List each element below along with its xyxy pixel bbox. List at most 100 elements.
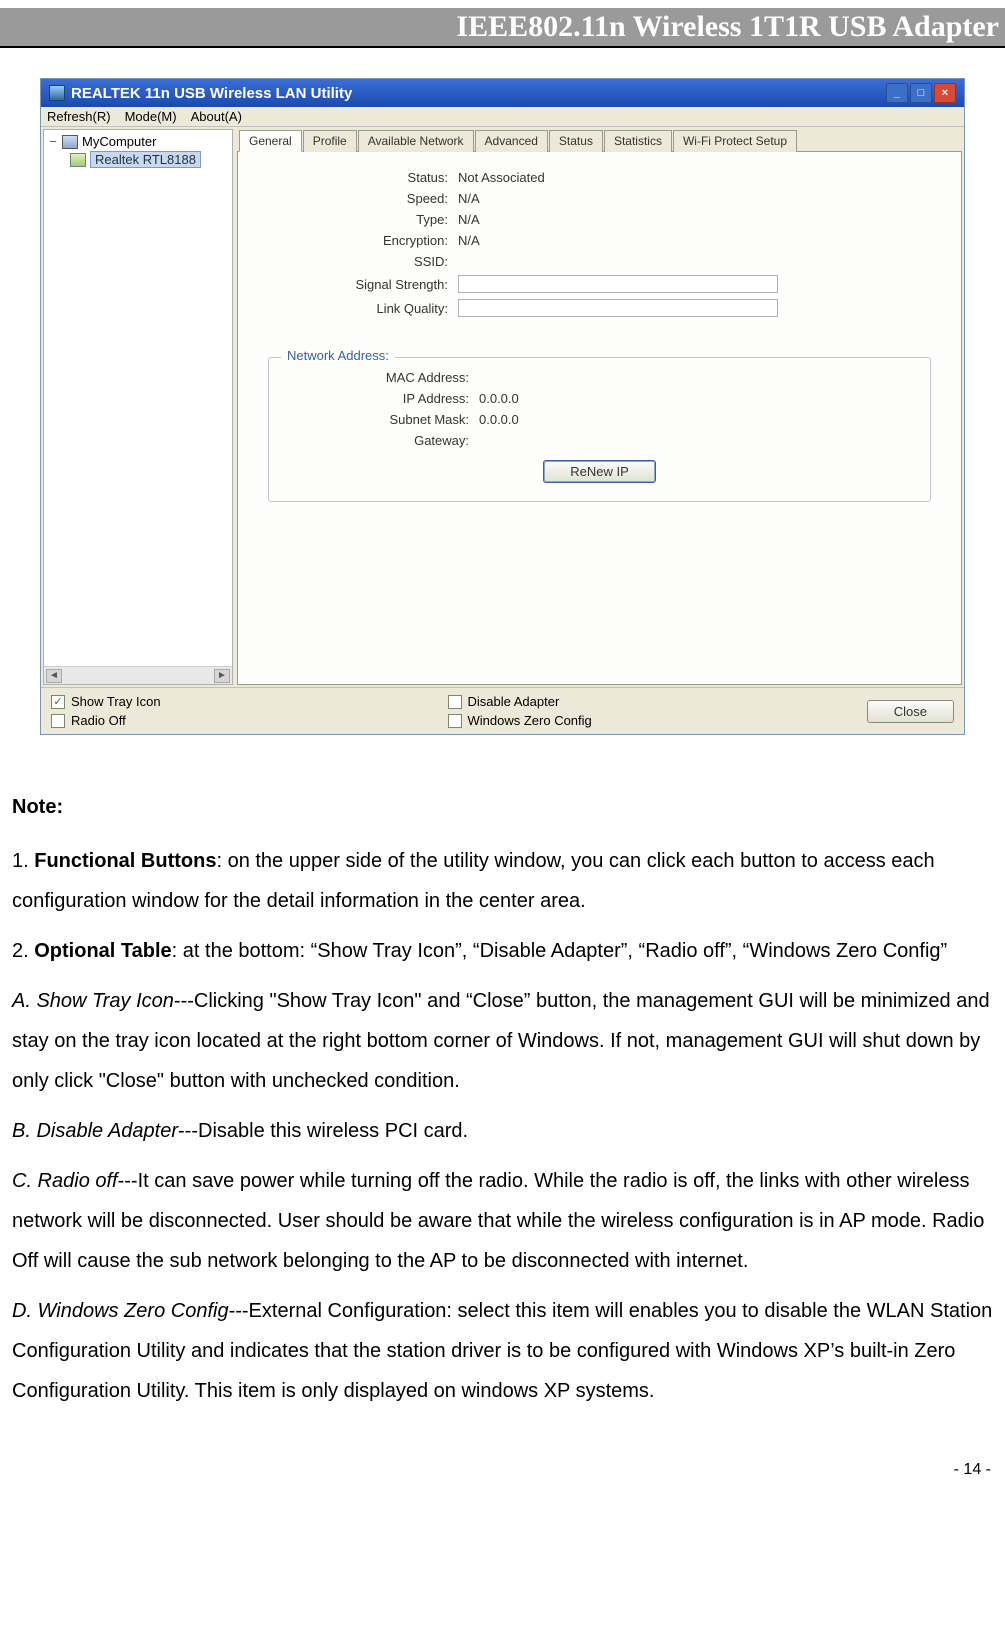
checkbox-disable-adapter-icon[interactable] (448, 695, 462, 709)
tree-horizontal-scrollbar[interactable]: ◄ ► (44, 666, 232, 684)
window-title: REALTEK 11n USB Wireless LAN Utility (71, 85, 352, 102)
value-speed: N/A (458, 191, 931, 206)
p2-rest: : at the bottom: “Show Tray Icon”, “Disa… (172, 940, 948, 962)
tree-child-label: Realtek RTL8188 (90, 151, 201, 168)
label-mac: MAC Address: (349, 370, 479, 385)
app-icon (49, 85, 65, 101)
tree-root-row[interactable]: − MyComputer (48, 134, 228, 149)
note-heading: Note: (12, 787, 993, 827)
label-disable-adapter: Disable Adapter (468, 694, 560, 709)
tree-collapse-icon[interactable]: − (48, 134, 58, 149)
para-b: B. Disable Adapter---Disable this wirele… (12, 1111, 993, 1151)
row-signal: Signal Strength: (328, 275, 931, 293)
para-d: D. Windows Zero Config---External Config… (12, 1291, 993, 1411)
computer-icon (62, 135, 78, 149)
label-subnet: Subnet Mask: (349, 412, 479, 427)
document-body: Note: 1. Functional Buttons: on the uppe… (0, 755, 1005, 1411)
tabs-row: General Profile Available Network Advanc… (237, 129, 962, 151)
minimize-button[interactable]: _ (886, 83, 908, 103)
label-ssid: SSID: (328, 254, 458, 269)
page-number: - 14 - (0, 1421, 1005, 1489)
checkbox-show-tray-icon[interactable]: ✓ (51, 695, 65, 709)
header-title: IEEE802.11n Wireless 1T1R USB Adapter (456, 10, 999, 43)
row-speed: Speed: N/A (328, 191, 931, 206)
tab-wps[interactable]: Wi-Fi Protect Setup (673, 130, 797, 152)
row-ip: IP Address: 0.0.0.0 (349, 391, 910, 406)
tree-child-row[interactable]: Realtek RTL8188 (70, 151, 228, 168)
maximize-button[interactable]: □ (910, 83, 932, 103)
row-status: Status: Not Associated (328, 170, 931, 185)
renew-ip-button[interactable]: ReNew IP (543, 460, 656, 483)
tab-statistics[interactable]: Statistics (604, 130, 672, 152)
value-subnet: 0.0.0.0 (479, 412, 910, 427)
p2-bold: Optional Table (34, 940, 171, 962)
check-show-tray[interactable]: ✓ Show Tray Icon (51, 694, 438, 709)
close-window-button[interactable]: × (934, 83, 956, 103)
c-label: C. Radio off (12, 1170, 118, 1192)
p1-bold: Functional Buttons (34, 850, 216, 872)
value-type: N/A (458, 212, 931, 227)
row-mac: MAC Address: (349, 370, 910, 385)
para-c: C. Radio off---It can save power while t… (12, 1161, 993, 1281)
menu-refresh[interactable]: Refresh(R) (47, 109, 111, 124)
scroll-left-icon[interactable]: ◄ (46, 669, 62, 683)
checkbox-radio-off-icon[interactable] (51, 714, 65, 728)
a-label: A. Show Tray Icon (12, 990, 174, 1012)
para-functional-buttons: 1. Functional Buttons: on the upper side… (12, 841, 993, 921)
label-type: Type: (328, 212, 458, 227)
tab-status[interactable]: Status (549, 130, 603, 152)
p1-prefix: 1. (12, 850, 34, 872)
tab-profile[interactable]: Profile (303, 130, 357, 152)
row-link-quality: Link Quality: (328, 299, 931, 317)
label-ip: IP Address: (349, 391, 479, 406)
check-radio-off[interactable]: Radio Off (51, 713, 438, 728)
label-radio-off: Radio Off (71, 713, 126, 728)
b-rest: ---Disable this wireless PCI card. (178, 1120, 468, 1142)
close-button[interactable]: Close (867, 700, 954, 723)
label-link-quality: Link Quality: (328, 301, 458, 316)
checkbox-windows-zero-icon[interactable] (448, 714, 462, 728)
general-tab-content: Status: Not Associated Speed: N/A Type: … (237, 151, 962, 685)
tab-available-network[interactable]: Available Network (358, 130, 474, 152)
scroll-right-icon[interactable]: ► (214, 669, 230, 683)
label-show-tray: Show Tray Icon (71, 694, 161, 709)
bottom-options-bar: ✓ Show Tray Icon Radio Off Disable Adapt… (41, 687, 964, 734)
check-disable-adapter[interactable]: Disable Adapter (448, 694, 835, 709)
label-gateway: Gateway: (349, 433, 479, 448)
label-signal: Signal Strength: (328, 277, 458, 292)
value-status: Not Associated (458, 170, 931, 185)
network-address-legend: Network Address: (281, 348, 395, 363)
document-header: IEEE802.11n Wireless 1T1R USB Adapter (0, 8, 1005, 48)
utility-window: REALTEK 11n USB Wireless LAN Utility _ □… (40, 78, 965, 735)
tab-general[interactable]: General (239, 130, 302, 152)
row-ssid: SSID: (328, 254, 931, 269)
row-type: Type: N/A (328, 212, 931, 227)
network-address-group: Network Address: MAC Address: IP Address… (268, 357, 931, 502)
menu-about[interactable]: About(A) (191, 109, 242, 124)
tree-root-label: MyComputer (82, 134, 156, 149)
row-gateway: Gateway: (349, 433, 910, 448)
check-windows-zero[interactable]: Windows Zero Config (448, 713, 835, 728)
main-pane: General Profile Available Network Advanc… (237, 129, 962, 685)
label-status: Status: (328, 170, 458, 185)
window-titlebar: REALTEK 11n USB Wireless LAN Utility _ □… (41, 79, 964, 107)
link-quality-bar (458, 299, 778, 317)
value-encryption: N/A (458, 233, 931, 248)
para-optional-table: 2. Optional Table: at the bottom: “Show … (12, 931, 993, 971)
adapter-icon (70, 153, 86, 167)
para-a: A. Show Tray Icon---Clicking "Show Tray … (12, 981, 993, 1101)
value-ip: 0.0.0.0 (479, 391, 910, 406)
device-tree-pane: − MyComputer Realtek RTL8188 ◄ ► (43, 129, 233, 685)
label-encryption: Encryption: (328, 233, 458, 248)
tab-advanced[interactable]: Advanced (475, 130, 548, 152)
label-speed: Speed: (328, 191, 458, 206)
menu-mode[interactable]: Mode(M) (125, 109, 177, 124)
c-rest: ---It can save power while turning off t… (12, 1170, 984, 1272)
d-label: D. Windows Zero Config (12, 1300, 229, 1322)
signal-strength-bar (458, 275, 778, 293)
menu-bar: Refresh(R) Mode(M) About(A) (41, 107, 964, 127)
row-encryption: Encryption: N/A (328, 233, 931, 248)
label-windows-zero: Windows Zero Config (468, 713, 592, 728)
p2-prefix: 2. (12, 940, 34, 962)
row-subnet: Subnet Mask: 0.0.0.0 (349, 412, 910, 427)
